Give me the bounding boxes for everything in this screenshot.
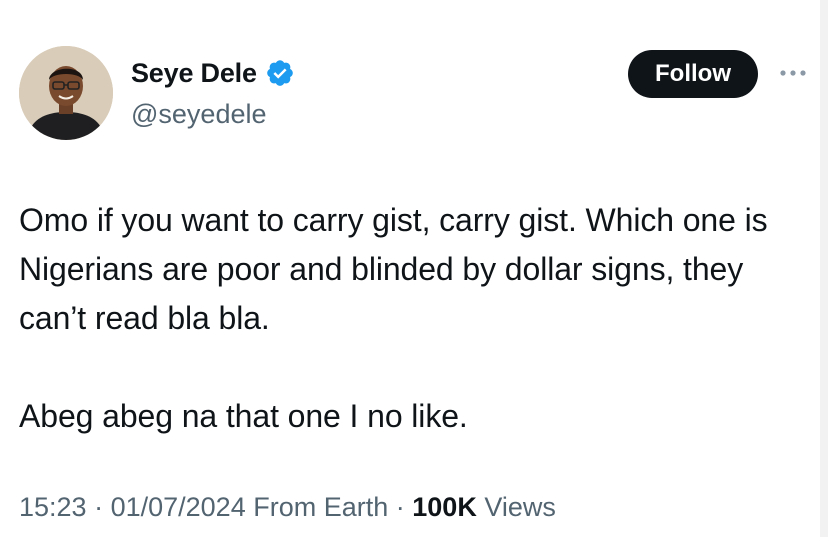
tweet-source: From Earth <box>253 492 389 522</box>
more-horizontal-icon <box>780 70 806 76</box>
author-display-name[interactable]: Seye Dele <box>131 57 257 89</box>
verified-badge-icon[interactable] <box>265 58 295 88</box>
tweet-date[interactable]: 01/07/2024 <box>111 492 246 522</box>
meta-separator: · <box>388 492 413 522</box>
author-handle[interactable]: @seyedele <box>131 98 267 130</box>
tweet-time[interactable]: 15:23 <box>19 492 87 522</box>
author-name-row: Seye Dele <box>131 57 295 89</box>
scrollbar-track[interactable] <box>820 0 828 537</box>
avatar-image <box>19 46 113 140</box>
tweet-paragraph: Omo if you want to carry gist, carry gis… <box>19 202 768 336</box>
tweet-text: Omo if you want to carry gist, carry gis… <box>19 196 789 441</box>
tweet-paragraph: Abeg abeg na that one I no like. <box>19 398 468 434</box>
meta-separator: · <box>86 492 111 522</box>
views-label[interactable]: Views <box>484 492 556 522</box>
tweet-card: Seye Dele @seyedele Follow Omo if you wa… <box>0 0 828 537</box>
more-options-button[interactable] <box>776 60 810 86</box>
views-count[interactable]: 100K <box>412 492 477 522</box>
avatar[interactable] <box>19 46 113 140</box>
follow-button[interactable]: Follow <box>628 50 758 98</box>
tweet-meta: 15:23 · 01/07/2024 From Earth · 100K Vie… <box>19 490 556 524</box>
